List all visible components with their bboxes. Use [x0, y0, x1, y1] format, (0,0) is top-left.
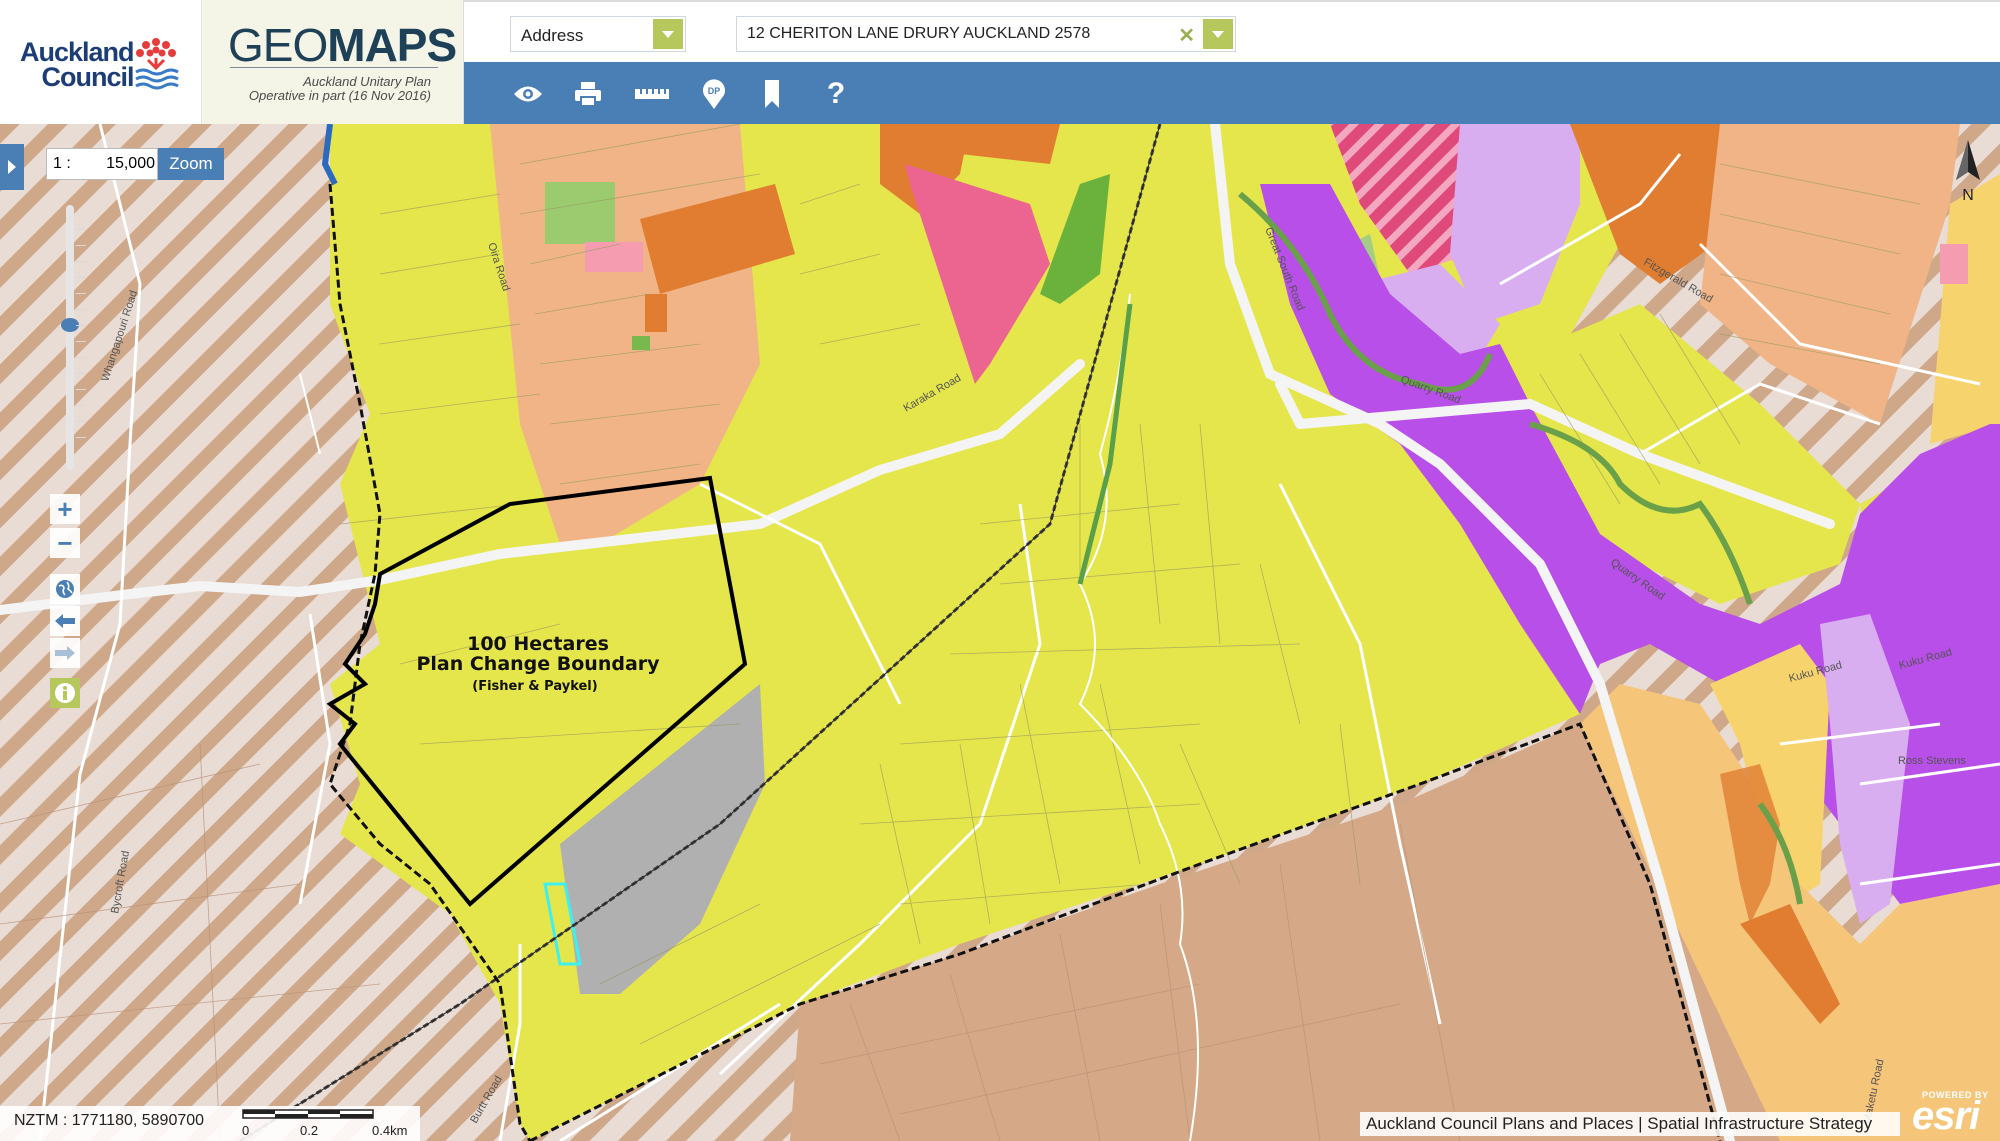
dp-pin-icon[interactable]: DP: [698, 78, 730, 110]
address-search-box[interactable]: ✕: [736, 16, 1236, 52]
zoom-tick: [76, 245, 86, 246]
title-divider: [230, 67, 438, 68]
scalebar-label-0: 0: [242, 1123, 249, 1138]
zoom-tick: [76, 261, 86, 262]
council-wordmark: Auckland Council: [20, 40, 134, 90]
scalebar-label-mid: 0.2: [300, 1123, 318, 1138]
scale-bar: 0 0.2 0.4km: [242, 1109, 382, 1139]
coordinate-bar: NZTM : 1771180, 5890700 0 0.2 0.4km: [0, 1106, 420, 1141]
zoom-tick: [76, 389, 86, 390]
zoom-tick: [76, 309, 86, 310]
search-type-dropdown[interactable]: Address: [510, 16, 686, 52]
map-view[interactable]: 100 Hectares Plan Change Boundary (Fishe…: [0, 124, 2000, 1141]
business-small-east: [1940, 244, 1968, 284]
zoom-tick: [76, 293, 86, 294]
esri-logo[interactable]: POWERED BY esri: [1908, 1086, 1992, 1136]
council-line2: Council: [20, 65, 134, 90]
zoom-tick: [76, 229, 86, 230]
app-title: GEOMAPS: [228, 18, 456, 72]
scale-value[interactable]: 15,000: [106, 155, 155, 173]
eye-icon[interactable]: [512, 78, 544, 110]
measure-icon[interactable]: [632, 78, 672, 110]
esri-wordmark: esri: [1912, 1094, 1979, 1139]
geomaps-title-block: GEOMAPS Auckland Unitary Plan Operative …: [202, 0, 464, 124]
identify-info-icon[interactable]: [50, 678, 80, 708]
clear-search-icon[interactable]: ✕: [1178, 23, 1195, 48]
next-extent-arrow-icon[interactable]: [50, 638, 80, 668]
help-icon[interactable]: ?: [820, 78, 852, 110]
print-icon[interactable]: [572, 78, 604, 110]
address-search-input[interactable]: [737, 17, 1167, 51]
zoom-in-button[interactable]: +: [50, 494, 80, 524]
search-type-value: Address: [521, 26, 583, 45]
zoom-button[interactable]: Zoom: [158, 148, 224, 180]
zoom-tick: [76, 421, 86, 422]
zoom-tick: [76, 325, 86, 326]
scale-prefix: 1 :: [53, 155, 71, 173]
scalebar-label-end: 0.4km: [372, 1123, 407, 1138]
boundary-label-2: Plan Change Boundary: [416, 653, 660, 675]
expand-panel-button[interactable]: [0, 144, 24, 190]
zoom-tick: [76, 437, 86, 438]
plan-status: Operative in part (16 Nov 2016): [249, 88, 431, 103]
search-bar: Address ✕: [464, 0, 2000, 62]
north-arrow-icon: N: [1950, 140, 1986, 215]
geomaps-app: Auckland Council GEOMAPS Auckland Unitar…: [0, 0, 2000, 1141]
road-label-ross: Ross Stevens: [1898, 755, 1966, 767]
map-attribution: Auckland Council Plans and Places | Spat…: [1360, 1112, 1900, 1136]
plan-name: Auckland Unitary Plan: [303, 74, 431, 89]
zoom-out-button[interactable]: −: [50, 528, 80, 558]
boundary-label-1: 100 Hectares: [467, 633, 609, 655]
open-space-zone: [545, 182, 615, 244]
svg-text:DP: DP: [708, 86, 721, 96]
previous-extent-arrow-icon[interactable]: [50, 606, 80, 636]
full-extent-globe-icon[interactable]: [50, 574, 80, 604]
zoom-tick: [76, 277, 86, 278]
pohutukawa-icon: [130, 34, 182, 90]
bookmark-icon[interactable]: [756, 78, 788, 110]
zoom-tick: [76, 341, 86, 342]
zoning-map[interactable]: 100 Hectares Plan Change Boundary (Fishe…: [0, 124, 2000, 1141]
zoom-tick: [76, 405, 86, 406]
zoom-tick: [76, 373, 86, 374]
svg-text:N: N: [1962, 187, 1974, 204]
zoom-slider[interactable]: [66, 205, 74, 470]
boundary-label-3: (Fisher & Paykel): [472, 679, 597, 694]
light-industry-small: [645, 294, 667, 332]
open-space-small: [632, 336, 650, 350]
business-zone-pink: [585, 242, 643, 272]
chevron-down-icon[interactable]: [653, 19, 683, 49]
coordinate-readout: NZTM : 1771180, 5890700: [14, 1112, 204, 1130]
zoom-tick: [76, 357, 86, 358]
chevron-down-icon[interactable]: [1203, 19, 1233, 49]
scale-input[interactable]: 1 : 15,000: [46, 148, 158, 180]
auckland-council-logo[interactable]: Auckland Council: [0, 0, 202, 124]
toolbar: DP ?: [464, 62, 2000, 124]
